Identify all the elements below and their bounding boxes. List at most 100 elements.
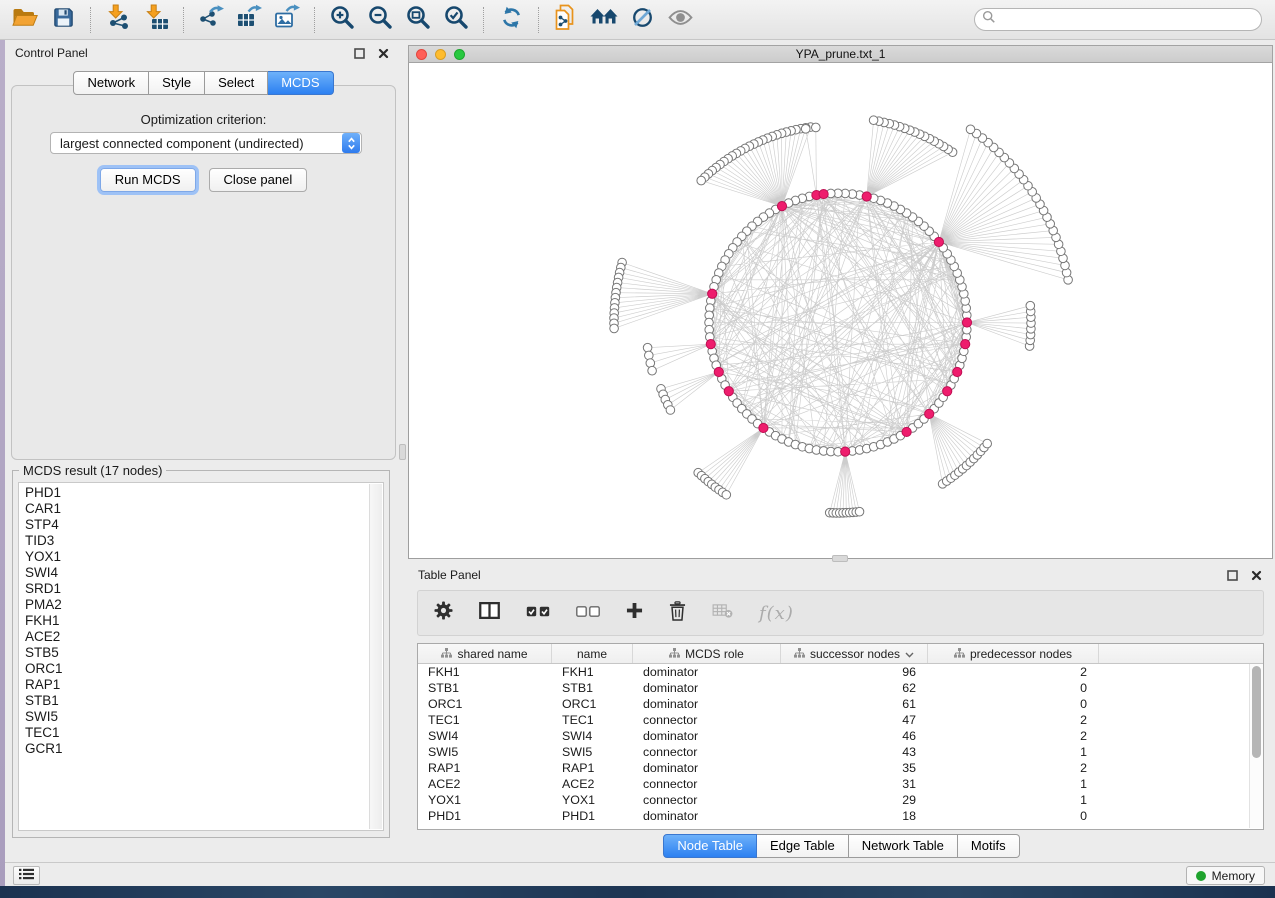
import-network-button[interactable] xyxy=(102,5,134,35)
float-table-panel-icon[interactable] xyxy=(1223,567,1241,583)
vertical-splitter-handle[interactable] xyxy=(399,444,406,460)
mcds-result-item[interactable]: STP4 xyxy=(25,517,383,533)
table-row[interactable]: STB1STB1dominator620 xyxy=(418,680,1263,696)
network-node[interactable] xyxy=(643,343,652,352)
tab-motifs[interactable]: Motifs xyxy=(958,834,1020,858)
network-graph[interactable] xyxy=(409,63,1272,558)
network-node-mcds[interactable] xyxy=(777,201,786,210)
table-row[interactable]: RAP1RAP1dominator352 xyxy=(418,760,1263,776)
network-node-mcds[interactable] xyxy=(759,423,768,432)
mcds-result-item[interactable]: STB5 xyxy=(25,645,383,661)
network-node-mcds[interactable] xyxy=(943,387,952,396)
add-column-button[interactable] xyxy=(626,602,643,624)
settings-button[interactable] xyxy=(434,601,453,625)
network-node[interactable] xyxy=(801,125,810,134)
network-node-mcds[interactable] xyxy=(934,237,943,246)
network-node-mcds[interactable] xyxy=(962,318,971,327)
network-canvas[interactable] xyxy=(408,63,1273,559)
show-all-networks-button[interactable] xyxy=(588,5,620,35)
table-row[interactable]: SWI5SWI5connector431 xyxy=(418,744,1263,760)
network-node[interactable] xyxy=(697,176,706,185)
open-file-button[interactable] xyxy=(9,5,41,35)
network-node[interactable] xyxy=(855,507,864,516)
network-node-mcds[interactable] xyxy=(724,387,733,396)
close-panel-icon[interactable] xyxy=(374,45,392,61)
save-session-button[interactable] xyxy=(47,5,79,35)
tab-edge-table[interactable]: Edge Table xyxy=(757,834,849,858)
table-row[interactable]: ORC1ORC1dominator610 xyxy=(418,696,1263,712)
network-node-mcds[interactable] xyxy=(925,409,934,418)
tab-network-table[interactable]: Network Table xyxy=(849,834,958,858)
column-header-shared-name[interactable]: shared name xyxy=(418,644,552,663)
optimization-criterion-select[interactable]: largest connected component (undirected) xyxy=(50,132,362,154)
mcds-result-item[interactable]: SRD1 xyxy=(25,581,383,597)
network-node-mcds[interactable] xyxy=(708,289,717,298)
network-node-mcds[interactable] xyxy=(714,367,723,376)
zoom-selected-button[interactable] xyxy=(440,5,472,35)
mcds-result-item[interactable]: TEC1 xyxy=(25,725,383,741)
network-node-mcds[interactable] xyxy=(819,189,828,198)
mcds-list-scrollbar[interactable] xyxy=(369,484,382,829)
search-input[interactable] xyxy=(1001,10,1261,29)
network-node[interactable] xyxy=(722,490,731,499)
export-table-button[interactable] xyxy=(233,5,265,35)
network-node[interactable] xyxy=(666,406,675,415)
table-row[interactable]: TEC1TEC1connector472 xyxy=(418,712,1263,728)
zoom-out-button[interactable] xyxy=(364,5,396,35)
export-network-button[interactable] xyxy=(195,5,227,35)
mcds-result-item[interactable]: FKH1 xyxy=(25,613,383,629)
network-node-mcds[interactable] xyxy=(706,340,715,349)
mcds-result-item[interactable]: SWI4 xyxy=(25,565,383,581)
mcds-result-item[interactable]: STB1 xyxy=(25,693,383,709)
table-scrollbar-thumb[interactable] xyxy=(1252,666,1261,758)
network-node[interactable] xyxy=(983,439,992,448)
column-header-MCDS-role[interactable]: MCDS role xyxy=(633,644,781,663)
table-scrollbar[interactable] xyxy=(1249,664,1263,828)
close-panel-button[interactable]: Close panel xyxy=(209,168,308,192)
zoom-fit-button[interactable] xyxy=(402,5,434,35)
tab-node-table[interactable]: Node Table xyxy=(663,834,757,858)
float-panel-icon[interactable] xyxy=(350,45,368,61)
network-node[interactable] xyxy=(1026,301,1035,310)
network-node-mcds[interactable] xyxy=(961,340,970,349)
column-header-successor-nodes[interactable]: successor nodes xyxy=(781,644,928,663)
table-row[interactable]: ACE2ACE2connector311 xyxy=(418,776,1263,792)
mcds-result-item[interactable]: GCR1 xyxy=(25,741,383,757)
column-header-name[interactable]: name xyxy=(552,644,633,663)
network-node-mcds[interactable] xyxy=(841,447,850,456)
status-menu-button[interactable] xyxy=(13,866,40,885)
column-header-predecessor-nodes[interactable]: predecessor nodes xyxy=(928,644,1099,663)
tab-select[interactable]: Select xyxy=(205,71,268,95)
mcds-result-item[interactable]: TID3 xyxy=(25,533,383,549)
memory-button[interactable]: Memory xyxy=(1186,866,1265,885)
deselect-all-button[interactable] xyxy=(576,604,600,622)
network-node-mcds[interactable] xyxy=(862,192,871,201)
split-panel-button[interactable] xyxy=(479,602,500,624)
zoom-in-button[interactable] xyxy=(326,5,358,35)
table-row[interactable]: YOX1YOX1connector291 xyxy=(418,792,1263,808)
toggle-graphics-details-button[interactable] xyxy=(626,5,658,35)
mcds-result-item[interactable]: PMA2 xyxy=(25,597,383,613)
tab-mcds[interactable]: MCDS xyxy=(268,71,333,95)
run-mcds-button[interactable]: Run MCDS xyxy=(100,168,196,192)
mcds-result-item[interactable]: ACE2 xyxy=(25,629,383,645)
network-node[interactable] xyxy=(869,116,878,125)
network-node[interactable] xyxy=(610,324,619,333)
delete-columns-button[interactable] xyxy=(669,601,686,626)
mcds-result-item[interactable]: PHD1 xyxy=(25,485,383,501)
mcds-result-item[interactable]: SWI5 xyxy=(25,709,383,725)
table-row[interactable]: FKH1FKH1dominator962 xyxy=(418,664,1263,680)
tab-network[interactable]: Network xyxy=(73,71,149,95)
close-table-panel-icon[interactable] xyxy=(1247,567,1265,583)
network-window-titlebar[interactable]: YPA_prune.txt_1 xyxy=(408,45,1273,63)
import-table-button[interactable] xyxy=(140,5,172,35)
table-row[interactable]: PHD1PHD1dominator180 xyxy=(418,808,1263,824)
network-node-mcds[interactable] xyxy=(902,427,911,436)
mcds-result-item[interactable]: YOX1 xyxy=(25,549,383,565)
horizontal-splitter-handle[interactable] xyxy=(832,555,848,562)
mcds-result-item[interactable]: RAP1 xyxy=(25,677,383,693)
mcds-result-item[interactable]: CAR1 xyxy=(25,501,383,517)
network-node[interactable] xyxy=(966,125,975,134)
network-node-mcds[interactable] xyxy=(953,367,962,376)
table-row[interactable]: SWI4SWI4dominator462 xyxy=(418,728,1263,744)
